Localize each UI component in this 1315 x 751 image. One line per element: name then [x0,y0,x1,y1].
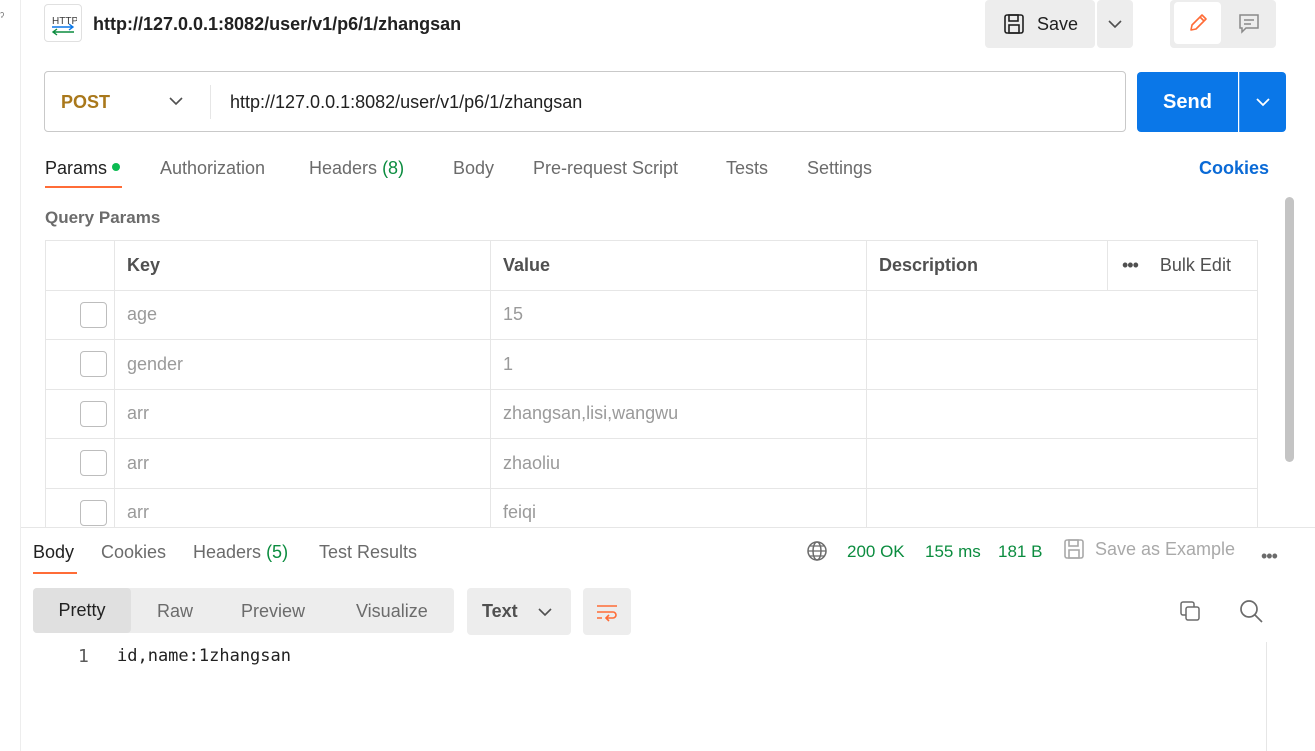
response-tab-cookies[interactable]: Cookies [101,542,166,563]
copy-icon[interactable] [1178,599,1202,628]
response-size[interactable]: 181 B [998,542,1042,562]
search-icon[interactable] [1238,598,1264,629]
param-key[interactable]: arr [114,438,491,489]
left-sidebar-strip [0,0,21,751]
tab-headers[interactable]: Headers (8) [309,158,404,179]
response-type-select[interactable]: Text [467,588,571,635]
tab-tests[interactable]: Tests [726,158,768,179]
response-tab-headers-label: Headers [193,542,262,562]
save-icon [1004,14,1024,34]
param-key[interactable]: arr [114,388,491,439]
query-params-label: Query Params [45,208,161,227]
editor-scroll-border [1266,642,1267,751]
response-tab-body[interactable]: Body [33,542,74,563]
tab-body[interactable]: Body [453,158,494,179]
table-row: age 15 [45,289,1258,340]
save-icon [1064,539,1084,559]
param-checkbox[interactable] [80,400,107,427]
param-checkbox[interactable] [80,499,107,526]
response-time[interactable]: 155 ms [925,542,981,562]
more-options-icon[interactable]: ••• [1122,255,1139,276]
response-body-line[interactable]: id,name:1zhangsan [117,646,291,666]
table-header-row: Key Value Description ••• Bulk Edit [45,240,1258,291]
table-row: gender 1 [45,339,1258,390]
tab-prerequest-script[interactable]: Pre-request Script [533,158,678,179]
globe-icon[interactable] [806,540,828,567]
chevron-down-icon [1108,20,1122,29]
line-number: 1 [78,646,89,667]
tab-settings[interactable]: Settings [807,158,872,179]
method-select[interactable]: POST [61,92,110,113]
value-column-header: Value [490,240,867,291]
comments-button[interactable] [1225,2,1272,44]
tab-authorization[interactable]: Authorization [160,158,265,179]
response-tab-headers[interactable]: Headers (5) [193,542,288,563]
query-params-table: Key Value Description ••• Bulk Edit age … [45,240,1258,538]
response-tab-test-results[interactable]: Test Results [319,542,417,563]
param-description[interactable] [866,388,1258,439]
key-column-header: Key [114,240,491,291]
checkbox-column-header [45,240,115,291]
url-input[interactable] [230,92,1110,113]
comment-icon [1238,14,1259,34]
response-active-tab-indicator [33,572,77,574]
chevron-down-icon[interactable] [168,92,184,115]
wrap-lines-icon [597,604,617,622]
save-as-example-label: Save as Example [1095,538,1236,559]
wrap-lines-button[interactable] [583,588,631,635]
save-as-example-button[interactable]: Save as Example [1063,538,1235,560]
chevron-down-icon [1256,98,1270,107]
tab-params[interactable]: Params [45,158,121,179]
description-column-header: Description [866,240,1108,291]
bulk-edit-cell: ••• Bulk Edit [1107,240,1258,291]
param-checkbox[interactable] [80,351,107,378]
param-description[interactable] [866,289,1258,340]
cookies-link[interactable]: Cookies [1199,158,1269,179]
format-raw[interactable]: Raw [157,601,193,622]
svg-text:HTTP: HTTP [52,16,77,27]
active-tab-indicator [45,186,122,188]
param-checkbox[interactable] [80,450,107,477]
save-options-button[interactable] [1097,0,1133,48]
more-options-icon[interactable]: ••• [1261,546,1278,567]
format-preview[interactable]: Preview [241,601,305,622]
pencil-icon [1189,14,1207,31]
http-request-icon: HTTP [44,4,82,42]
send-options-button[interactable] [1239,72,1286,132]
chevron-down-icon [538,607,552,616]
table-row: arr zhaoliu [45,438,1258,489]
tab-params-label: Params [45,158,108,178]
save-label: Save [1037,13,1079,34]
save-button[interactable]: Save [985,0,1095,48]
param-value[interactable]: 15 [490,289,867,340]
param-checkbox[interactable] [80,301,107,328]
send-button[interactable]: Send [1137,72,1238,132]
table-row: arr zhangsan,lisi,wangwu [45,388,1258,439]
param-key[interactable]: age [114,289,491,340]
param-value[interactable]: zhaoliu [490,438,867,489]
response-status[interactable]: 200 OK [847,542,905,562]
response-headers-count: (5) [266,542,289,562]
response-type-label: Text [482,601,518,621]
params-active-dot [112,163,121,172]
edit-mode-button[interactable] [1174,2,1221,44]
param-key[interactable]: gender [114,339,491,390]
sidebar-collapse-mark[interactable]: ˀ [0,10,4,24]
param-value[interactable]: zhangsan,lisi,wangwu [490,388,867,439]
request-tab-title: http://127.0.0.1:8082/user/v1/p6/1/zhang… [93,14,462,34]
param-description[interactable] [866,438,1258,489]
url-divider [210,85,211,119]
bulk-edit-button[interactable]: Bulk Edit [1160,255,1231,276]
params-scrollbar[interactable] [1285,197,1294,462]
headers-count: (8) [382,158,405,178]
format-pretty[interactable]: Pretty [33,588,131,633]
tab-headers-label: Headers [309,158,378,178]
param-description[interactable] [866,339,1258,390]
format-visualize[interactable]: Visualize [356,601,428,622]
param-value[interactable]: 1 [490,339,867,390]
